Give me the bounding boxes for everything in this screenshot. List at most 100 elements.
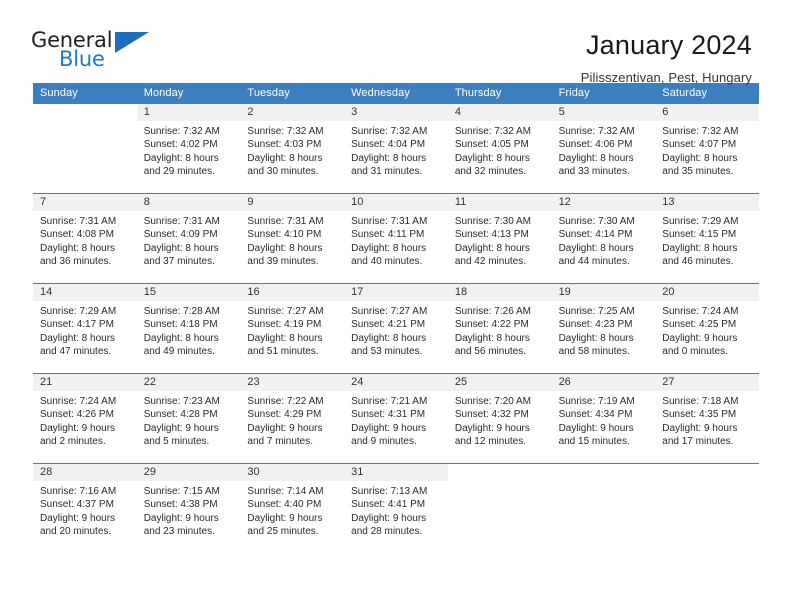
- day-cell[interactable]: 22 Sunrise: 7:23 AM Sunset: 4:28 PM Dayligh…: [136, 374, 241, 463]
- day-details: Sunrise: 7:27 AM Sunset: 4:21 PM Daylight:…: [344, 301, 448, 359]
- day-cell[interactable]: 6 Sunrise: 7:32 AM Sunset: 4:07 PM Daylight…: [655, 104, 759, 193]
- day-number-bar: 17: [344, 284, 448, 301]
- sunset-text: Sunset: 4:06 PM: [558, 139, 633, 151]
- day-cell[interactable]: 5 Sunrise: 7:32 AM Sunset: 4:06 PM Daylight…: [551, 104, 656, 193]
- day-cell[interactable]: 21 Sunrise: 7:24 AM Sunset: 4:26 PM Dayligh…: [33, 374, 137, 463]
- day-cell-empty: [447, 464, 552, 553]
- page-header: General Blue January 2024 Pilisszentivan…: [0, 0, 792, 86]
- day-cell[interactable]: 24 Sunrise: 7:21 AM Sunset: 4:31 PM Dayligh…: [344, 374, 448, 463]
- sunset-text: Sunset: 4:03 PM: [247, 139, 322, 151]
- sunset-text: Sunset: 4:08 PM: [40, 229, 114, 241]
- daylight-text-line2: and 2 minutes.: [40, 436, 106, 448]
- calendar-page: General Blue January 2024 Pilisszentivan…: [0, 0, 792, 612]
- sunset-text: Sunset: 4:17 PM: [40, 319, 114, 331]
- sunset-text: Sunset: 4:10 PM: [247, 229, 322, 241]
- day-cell[interactable]: 16 Sunrise: 7:27 AM Sunset: 4:19 PM Dayligh…: [240, 284, 345, 373]
- sunrise-text: Sunrise: 7:32 AM: [662, 126, 739, 137]
- daylight-text-line1: Daylight: 9 hours: [351, 512, 427, 524]
- daylight-text-line2: and 20 minutes.: [40, 526, 112, 538]
- logo-word-blue: Blue: [59, 47, 105, 71]
- day-number: 22: [143, 376, 156, 388]
- day-cell[interactable]: 18 Sunrise: 7:26 AM Sunset: 4:22 PM Dayligh…: [447, 284, 552, 373]
- week-cells: 7 Sunrise: 7:31 AM Sunset: 4:08 PM Daylight…: [33, 194, 759, 283]
- day-cell[interactable]: 9 Sunrise: 7:31 AM Sunset: 4:10 PM Daylight…: [240, 194, 345, 283]
- day-cell[interactable]: 13 Sunrise: 7:29 AM Sunset: 4:15 PM Dayligh…: [655, 194, 759, 283]
- daylight-text-line2: and 47 minutes.: [40, 346, 112, 358]
- day-number-bar: 29: [136, 464, 241, 481]
- day-details: Sunrise: 7:26 AM Sunset: 4:22 PM Daylight:…: [448, 301, 552, 359]
- day-number: 17: [351, 286, 364, 298]
- day-cell[interactable]: 1 Sunrise: 7:32 AM Sunset: 4:02 PM Daylight…: [136, 104, 241, 193]
- day-cell[interactable]: 25 Sunrise: 7:20 AM Sunset: 4:32 PM Dayligh…: [447, 374, 552, 463]
- daylight-text-line2: and 51 minutes.: [247, 346, 319, 358]
- generalblue-logo[interactable]: General Blue: [31, 28, 149, 74]
- day-cell[interactable]: 12 Sunrise: 7:30 AM Sunset: 4:14 PM Dayligh…: [551, 194, 656, 283]
- day-number: 27: [662, 376, 675, 388]
- day-number-bar: 23: [240, 374, 345, 391]
- day-cell[interactable]: 31 Sunrise: 7:13 AM Sunset: 4:41 PM Dayligh…: [344, 464, 448, 553]
- day-details: Sunrise: 7:20 AM Sunset: 4:32 PM Daylight:…: [448, 391, 552, 449]
- weekday-header-tuesday: Tuesday: [247, 87, 290, 99]
- day-details: Sunrise: 7:14 AM Sunset: 4:40 PM Daylight:…: [240, 481, 344, 539]
- daylight-text-line1: Daylight: 9 hours: [351, 422, 427, 434]
- day-details: Sunrise: 7:32 AM Sunset: 4:05 PM Daylight:…: [448, 121, 552, 179]
- day-cell[interactable]: 20 Sunrise: 7:24 AM Sunset: 4:25 PM Dayligh…: [655, 284, 759, 373]
- day-cell[interactable]: 11 Sunrise: 7:30 AM Sunset: 4:13 PM Dayligh…: [447, 194, 552, 283]
- sunset-text: Sunset: 4:26 PM: [40, 409, 114, 421]
- day-cell[interactable]: 8 Sunrise: 7:31 AM Sunset: 4:09 PM Daylight…: [136, 194, 241, 283]
- weekday-header-sunday: Sunday: [40, 87, 78, 99]
- day-details: Sunrise: 7:32 AM Sunset: 4:06 PM Daylight:…: [552, 121, 656, 179]
- sunset-text: Sunset: 4:07 PM: [662, 139, 737, 151]
- sunrise-text: Sunrise: 7:25 AM: [558, 306, 635, 317]
- sunset-text: Sunset: 4:25 PM: [662, 319, 737, 331]
- day-cell[interactable]: 17 Sunrise: 7:27 AM Sunset: 4:21 PM Dayligh…: [344, 284, 448, 373]
- sunrise-text: Sunrise: 7:32 AM: [247, 126, 324, 137]
- day-cell[interactable]: 19 Sunrise: 7:25 AM Sunset: 4:23 PM Dayligh…: [551, 284, 656, 373]
- day-cell[interactable]: 4 Sunrise: 7:32 AM Sunset: 4:05 PM Daylight…: [447, 104, 552, 193]
- day-number-bar: 31: [344, 464, 448, 481]
- sunset-text: Sunset: 4:15 PM: [662, 229, 737, 241]
- daylight-text-line1: Daylight: 9 hours: [662, 422, 738, 434]
- day-number-bar: 24: [344, 374, 448, 391]
- day-cell[interactable]: 27 Sunrise: 7:18 AM Sunset: 4:35 PM Dayligh…: [655, 374, 759, 463]
- daylight-text-line2: and 35 minutes.: [662, 166, 734, 178]
- daylight-text-line1: Daylight: 8 hours: [558, 242, 634, 254]
- sunrise-text: Sunrise: 7:16 AM: [40, 486, 117, 497]
- day-cell[interactable]: 28 Sunrise: 7:16 AM Sunset: 4:37 PM Dayligh…: [33, 464, 137, 553]
- day-cell[interactable]: 3 Sunrise: 7:32 AM Sunset: 4:04 PM Daylight…: [344, 104, 448, 193]
- day-number-bar: 7: [33, 194, 137, 211]
- daylight-text-line1: Daylight: 9 hours: [247, 512, 323, 524]
- day-number: 14: [40, 286, 53, 298]
- daylight-text-line1: Daylight: 9 hours: [143, 422, 219, 434]
- day-number-bar: 16: [240, 284, 345, 301]
- day-cell[interactable]: 2 Sunrise: 7:32 AM Sunset: 4:03 PM Daylight…: [240, 104, 345, 193]
- day-number: 25: [454, 376, 468, 388]
- day-number-bar: [551, 464, 656, 481]
- sunset-text: Sunset: 4:11 PM: [351, 229, 425, 241]
- daylight-text-line2: and 12 minutes.: [454, 436, 527, 448]
- day-cell[interactable]: 26 Sunrise: 7:19 AM Sunset: 4:34 PM Dayligh…: [551, 374, 656, 463]
- sunrise-text: Sunrise: 7:14 AM: [247, 486, 324, 497]
- day-number-bar: 10: [344, 194, 448, 211]
- sunrise-text: Sunrise: 7:32 AM: [558, 126, 635, 137]
- day-cell[interactable]: 14 Sunrise: 7:29 AM Sunset: 4:17 PM Dayligh…: [33, 284, 137, 373]
- day-number: 9: [247, 196, 254, 208]
- day-cell[interactable]: 23 Sunrise: 7:22 AM Sunset: 4:29 PM Dayligh…: [240, 374, 345, 463]
- day-cell[interactable]: 7 Sunrise: 7:31 AM Sunset: 4:08 PM Daylight…: [33, 194, 137, 283]
- daylight-text-line2: and 0 minutes.: [662, 346, 728, 358]
- day-number-bar: 27: [655, 374, 759, 391]
- day-cell[interactable]: 29 Sunrise: 7:15 AM Sunset: 4:38 PM Dayligh…: [136, 464, 241, 553]
- day-cell[interactable]: 10 Sunrise: 7:31 AM Sunset: 4:11 PM Dayligh…: [344, 194, 448, 283]
- day-details: Sunrise: 7:32 AM Sunset: 4:04 PM Daylight:…: [344, 121, 448, 179]
- sunset-text: Sunset: 4:38 PM: [143, 499, 218, 511]
- day-number-bar: 18: [447, 284, 552, 301]
- day-number: 8: [143, 196, 150, 208]
- daylight-text-line1: Daylight: 8 hours: [247, 152, 323, 164]
- sunrise-text: Sunrise: 7:19 AM: [558, 396, 635, 407]
- day-cell[interactable]: 30 Sunrise: 7:14 AM Sunset: 4:40 PM Dayligh…: [240, 464, 345, 553]
- daylight-text-line2: and 15 minutes.: [558, 436, 630, 448]
- day-number-bar: [655, 464, 759, 481]
- day-cell[interactable]: 15 Sunrise: 7:28 AM Sunset: 4:18 PM Dayligh…: [136, 284, 241, 373]
- day-details: Sunrise: 7:22 AM Sunset: 4:29 PM Daylight:…: [240, 391, 344, 449]
- sunset-text: Sunset: 4:22 PM: [454, 319, 529, 331]
